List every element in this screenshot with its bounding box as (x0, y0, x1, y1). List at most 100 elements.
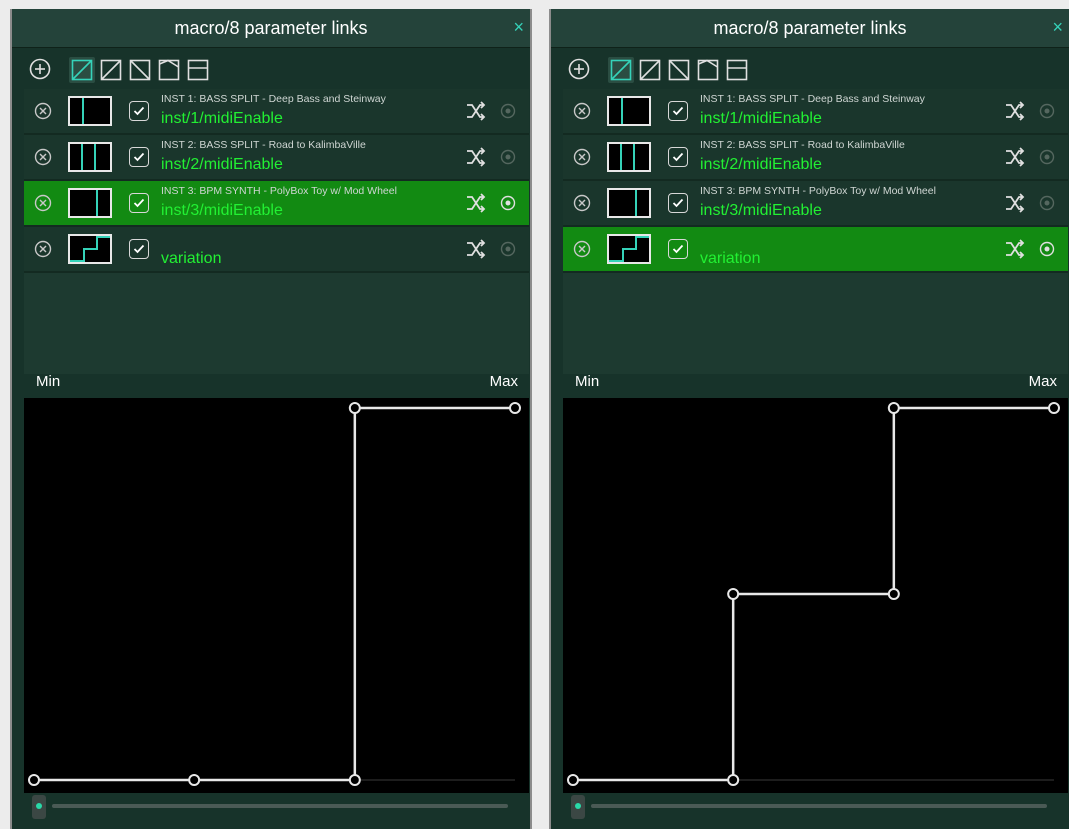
panel-title: macro/8 parameter links (713, 18, 907, 38)
target-icon[interactable] (1039, 195, 1055, 211)
enable-checkbox[interactable] (129, 101, 149, 121)
curve-thumbnail (607, 142, 651, 172)
curve-node[interactable] (348, 402, 361, 414)
parameter-row[interactable]: variation (24, 227, 529, 273)
preview-slider-track[interactable] (52, 804, 508, 808)
parameter-row[interactable]: INST 3: BPM SYNTH - PolyBox Toy w/ Mod W… (563, 181, 1068, 227)
add-icon[interactable] (29, 58, 51, 80)
remove-icon[interactable] (34, 102, 52, 120)
parameter-row[interactable]: INST 1: BASS SPLIT - Deep Bass and Stein… (563, 89, 1068, 135)
shuffle-icon[interactable] (1004, 147, 1026, 167)
enable-checkbox[interactable] (129, 239, 149, 259)
curve-linear-button[interactable] (637, 57, 663, 83)
curve-node[interactable] (188, 774, 201, 786)
parameter-links-panel-left: macro/8 parameter links × INST 1: BASS S… (10, 9, 532, 829)
remove-icon[interactable] (573, 240, 591, 258)
curve-bend-button[interactable] (695, 57, 721, 83)
curve-graph[interactable] (24, 398, 529, 793)
shuffle-icon[interactable] (465, 101, 487, 121)
curve-linear-icon (100, 59, 122, 81)
curve-thumbnail (68, 142, 112, 172)
curve-line (34, 406, 515, 782)
shuffle-icon[interactable] (1004, 193, 1026, 213)
curve-linear-down-icon (668, 59, 690, 81)
curve-node[interactable] (887, 588, 900, 600)
parameter-path: inst/1/midiEnable (700, 110, 822, 127)
checkbox-icon (672, 106, 684, 116)
instrument-label: INST 3: BPM SYNTH - PolyBox Toy w/ Mod W… (161, 185, 397, 197)
preview-slider-handle[interactable] (571, 795, 585, 819)
enable-checkbox[interactable] (129, 193, 149, 213)
close-icon[interactable]: × (513, 9, 524, 47)
curve-thumbnail (68, 96, 112, 126)
curve-node[interactable] (567, 774, 579, 786)
curve-linear-button[interactable] (98, 57, 124, 83)
curve-thumbnail (68, 188, 112, 218)
curve-node[interactable] (28, 774, 40, 786)
target-icon[interactable] (1039, 149, 1055, 165)
parameter-path: variation (161, 250, 222, 267)
add-icon[interactable] (568, 58, 590, 80)
curve-split-button[interactable] (724, 57, 750, 83)
preview-slider-track[interactable] (591, 804, 1047, 808)
curve-node[interactable] (1048, 402, 1060, 414)
remove-icon[interactable] (573, 148, 591, 166)
curve-node[interactable] (727, 774, 740, 786)
curve-thumbnail (607, 234, 651, 264)
parameter-row[interactable]: INST 2: BASS SPLIT - Road to KalimbaVill… (563, 135, 1068, 181)
curve-linear-down-button[interactable] (127, 57, 153, 83)
curve-toolbar (551, 51, 1069, 87)
target-icon[interactable] (500, 149, 516, 165)
parameter-row[interactable]: variation (563, 227, 1068, 273)
curve-editor[interactable] (563, 398, 1068, 793)
curve-thumbnail (68, 234, 112, 264)
parameter-path: variation (700, 250, 761, 267)
panel-titlebar: macro/8 parameter links × (551, 9, 1069, 48)
remove-icon[interactable] (34, 240, 52, 258)
curve-linear-down-button[interactable] (666, 57, 692, 83)
instrument-label: INST 2: BASS SPLIT - Road to KalimbaVill… (161, 139, 366, 151)
curve-bend-button[interactable] (156, 57, 182, 83)
enable-checkbox[interactable] (668, 101, 688, 121)
parameter-row[interactable]: INST 3: BPM SYNTH - PolyBox Toy w/ Mod W… (24, 181, 529, 227)
parameter-row[interactable]: INST 2: BASS SPLIT - Road to KalimbaVill… (24, 135, 529, 181)
axis-min-label: Min (36, 373, 61, 390)
checkbox-icon (672, 244, 684, 254)
curve-node[interactable] (727, 588, 740, 600)
curve-graph[interactable] (563, 398, 1068, 793)
curve-thumbnail (607, 96, 651, 126)
curve-linear-up-button[interactable] (608, 57, 634, 83)
target-icon[interactable] (1039, 241, 1055, 257)
shuffle-icon[interactable] (1004, 101, 1026, 121)
curve-linear-up-icon (610, 59, 632, 81)
curve-node[interactable] (348, 774, 361, 786)
shuffle-icon[interactable] (1004, 239, 1026, 259)
shuffle-icon[interactable] (465, 193, 487, 213)
curve-linear-down-icon (129, 59, 151, 81)
remove-icon[interactable] (573, 102, 591, 120)
preview-slider-handle[interactable] (32, 795, 46, 819)
enable-checkbox[interactable] (668, 147, 688, 167)
enable-checkbox[interactable] (668, 239, 688, 259)
curve-node[interactable] (509, 402, 521, 414)
curve-linear-icon (639, 59, 661, 81)
shuffle-icon[interactable] (465, 147, 487, 167)
remove-icon[interactable] (34, 148, 52, 166)
target-icon[interactable] (1039, 103, 1055, 119)
remove-icon[interactable] (573, 194, 591, 212)
parameter-links-panel-right: macro/8 parameter links × INST 1: BASS S… (549, 9, 1069, 829)
target-icon[interactable] (500, 241, 516, 257)
remove-icon[interactable] (34, 194, 52, 212)
target-icon[interactable] (500, 195, 516, 211)
enable-checkbox[interactable] (129, 147, 149, 167)
curve-editor[interactable] (24, 398, 529, 793)
curve-linear-up-button[interactable] (69, 57, 95, 83)
curve-split-button[interactable] (185, 57, 211, 83)
parameter-path: inst/2/midiEnable (161, 156, 283, 173)
enable-checkbox[interactable] (668, 193, 688, 213)
curve-node[interactable] (887, 402, 900, 414)
target-icon[interactable] (500, 103, 516, 119)
shuffle-icon[interactable] (465, 239, 487, 259)
parameter-row[interactable]: INST 1: BASS SPLIT - Deep Bass and Stein… (24, 89, 529, 135)
close-icon[interactable]: × (1052, 9, 1063, 47)
